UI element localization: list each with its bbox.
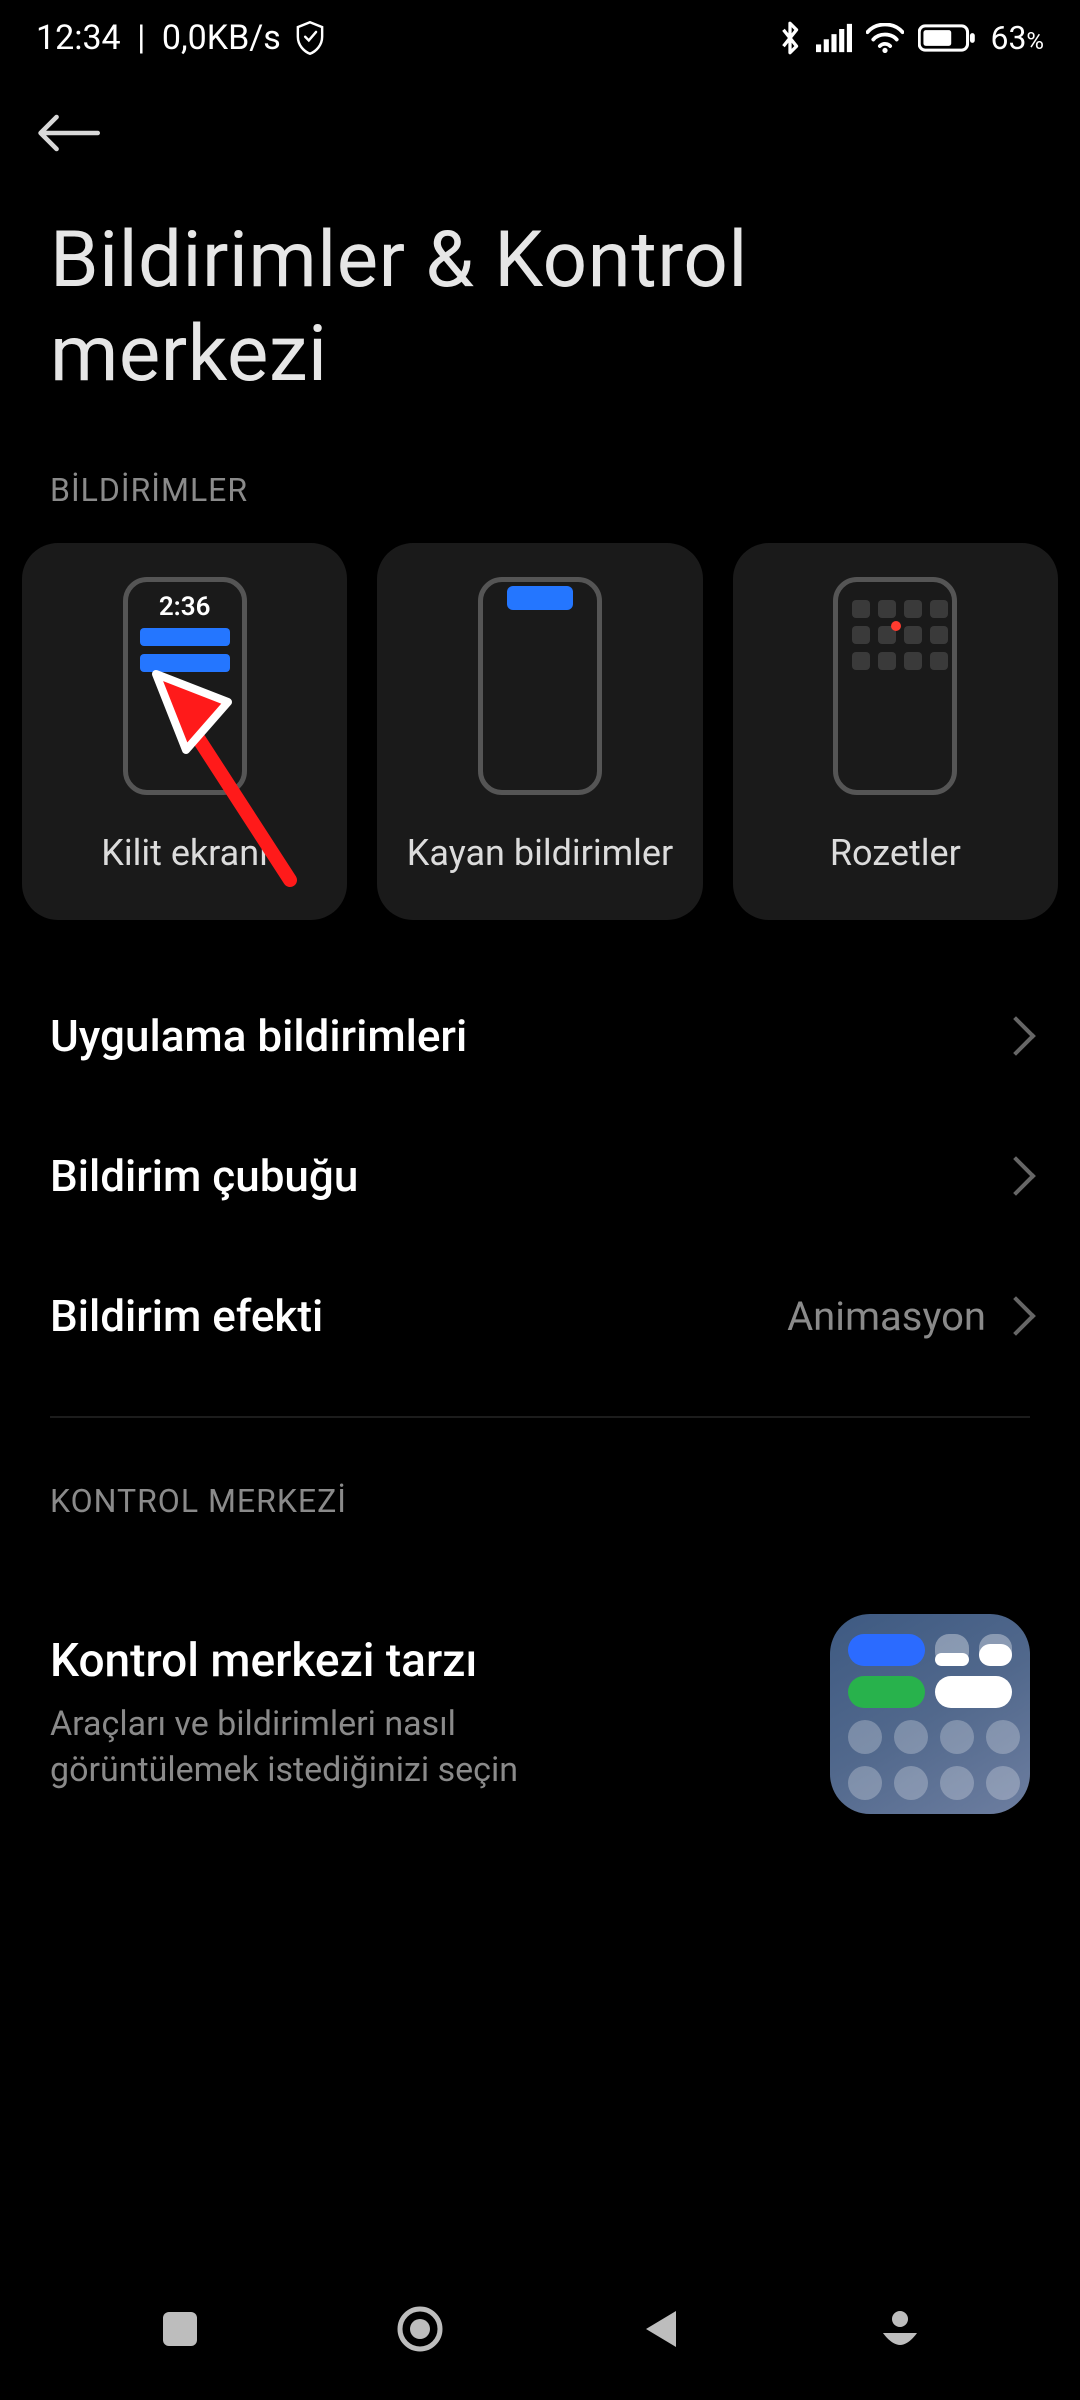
preview-clock: 2:36 — [128, 592, 242, 622]
square-icon — [159, 2308, 201, 2353]
battery-icon — [918, 23, 976, 53]
status-left: 12:34 | 0,0KB/s — [36, 18, 325, 58]
row-title: Bildirim çubuğu — [50, 1150, 358, 1202]
row-value: Animasyon — [787, 1293, 986, 1340]
keyboard-down-icon — [877, 2307, 923, 2354]
nav-back-button[interactable] — [600, 2290, 720, 2370]
cellular-signal-icon — [816, 23, 852, 53]
wifi-icon — [866, 23, 904, 53]
row-control-center-style[interactable]: Kontrol merkezi tarzı Araçları ve bildir… — [0, 1554, 1080, 1814]
row-notification-bar[interactable]: Bildirim çubuğu — [0, 1106, 1080, 1246]
section-label-notifications: BİLDİRİMLER — [0, 451, 1080, 543]
page-title: Bildirimler & Kontrol merkezi — [0, 174, 1080, 451]
circle-icon — [394, 2303, 446, 2358]
card-label: Rozetler — [830, 831, 961, 876]
screen: { "status": { "time": "12:34", "net_spee… — [0, 0, 1080, 2400]
section-label-control-center: KONTROL MERKEZİ — [0, 1418, 1080, 1554]
row-notification-effect[interactable]: Bildirim efekti Animasyon — [0, 1246, 1080, 1386]
status-time: 12:34 — [36, 18, 121, 58]
card-badges[interactable]: Rozetler — [733, 543, 1058, 920]
status-right: 63% — [778, 19, 1044, 57]
triangle-left-icon — [640, 2307, 680, 2354]
status-net-speed: 0,0KB/s — [162, 18, 281, 58]
nav-home-button[interactable] — [360, 2290, 480, 2370]
control-center-style-preview-icon — [830, 1614, 1030, 1814]
status-sep: | — [129, 18, 154, 58]
nav-recents-button[interactable] — [120, 2290, 240, 2370]
row-title: Uygulama bildirimleri — [50, 1010, 467, 1062]
row-description: Araçları ve bildirimleri nasıl görüntüle… — [50, 1702, 570, 1794]
card-label: Kayan bildirimler — [407, 831, 673, 876]
notification-cards: 2:36 Kilit ekranı Kayan bildirimler Roze… — [0, 543, 1080, 920]
chevron-right-icon — [996, 1156, 1036, 1196]
card-lock-screen[interactable]: 2:36 Kilit ekranı — [22, 543, 347, 920]
back-button[interactable] — [36, 94, 116, 174]
row-app-notifications[interactable]: Uygulama bildirimleri — [0, 966, 1080, 1106]
bluetooth-icon — [778, 20, 802, 56]
row-title: Bildirim efekti — [50, 1290, 323, 1342]
chevron-right-icon — [996, 1296, 1036, 1336]
lock-screen-preview-icon: 2:36 — [123, 577, 247, 795]
nav-keyboard-switch-button[interactable] — [840, 2290, 960, 2370]
badges-preview-icon — [833, 577, 957, 795]
floating-preview-icon — [478, 577, 602, 795]
nav-bar — [0, 2260, 1080, 2400]
row-title: Kontrol merkezi tarzı — [50, 1634, 800, 1688]
toolbar — [0, 66, 1080, 174]
settings-list: Uygulama bildirimleri Bildirim çubuğu Bi… — [0, 920, 1080, 1386]
battery-percent: 63% — [990, 19, 1044, 57]
status-bar: 12:34 | 0,0KB/s 63% — [0, 0, 1080, 66]
arrow-left-icon — [36, 111, 100, 158]
security-shield-icon — [295, 21, 325, 55]
card-floating-notifications[interactable]: Kayan bildirimler — [377, 543, 702, 920]
chevron-right-icon — [996, 1016, 1036, 1056]
card-label: Kilit ekranı — [101, 831, 268, 876]
